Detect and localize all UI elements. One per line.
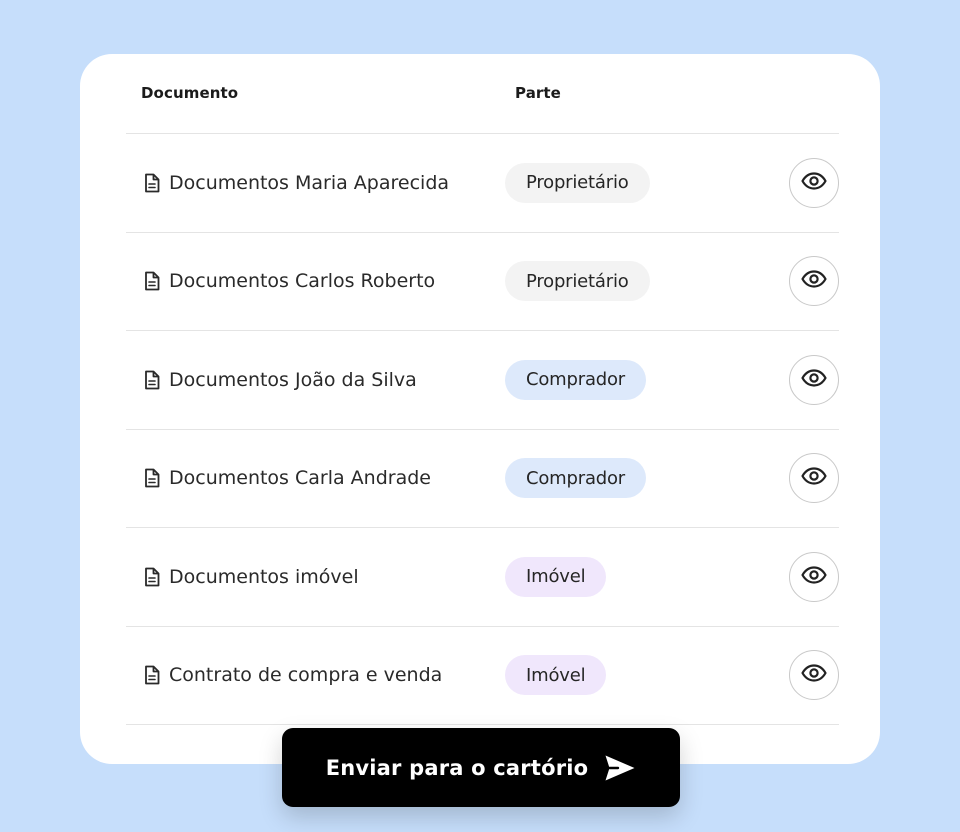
document-name: Documentos imóvel xyxy=(169,565,359,588)
document-cell: Documentos imóvel xyxy=(143,528,359,626)
documents-card: Documento Parte Documentos Maria Apareci… xyxy=(80,54,880,764)
eye-icon xyxy=(801,369,827,391)
document-icon xyxy=(143,370,161,390)
eye-icon xyxy=(801,566,827,588)
document-cell: Documentos Carlos Roberto xyxy=(143,233,435,331)
document-cell: Contrato de compra e venda xyxy=(143,627,442,725)
table-row: Documentos Carlos Roberto Proprietário xyxy=(126,233,839,331)
document-cell: Documentos Maria Aparecida xyxy=(143,134,449,232)
table-row: Documentos imóvel Imóvel xyxy=(126,528,839,627)
send-button-label: Enviar para o cartório xyxy=(325,755,589,780)
view-document-button[interactable] xyxy=(789,650,839,701)
eye-icon xyxy=(801,664,827,686)
send-to-registry-button[interactable]: Enviar para o cartório xyxy=(282,728,680,807)
document-icon xyxy=(143,271,161,291)
party-badge: Imóvel xyxy=(505,556,607,597)
table-row: Documentos Carla Andrade Comprador xyxy=(126,430,839,528)
eye-icon xyxy=(801,270,827,292)
eye-icon xyxy=(801,172,827,194)
party-badge: Proprietário xyxy=(505,162,650,203)
view-document-button[interactable] xyxy=(789,256,839,307)
document-icon xyxy=(143,567,161,587)
view-document-button[interactable] xyxy=(789,551,839,602)
table-row: Documentos João da Silva Comprador xyxy=(126,331,839,430)
documents-table: Documento Parte Documentos Maria Apareci… xyxy=(126,54,839,725)
document-name: Documentos João da Silva xyxy=(169,368,417,391)
party-badge: Imóvel xyxy=(505,655,607,696)
view-document-button[interactable] xyxy=(789,453,839,504)
document-name: Documentos Carlos Roberto xyxy=(169,270,436,293)
table-row: Contrato de compra e venda Imóvel xyxy=(126,627,839,725)
party-badge: Proprietário xyxy=(505,261,650,302)
send-icon xyxy=(604,754,636,782)
view-document-button[interactable] xyxy=(789,354,839,405)
party-badge: Comprador xyxy=(505,458,647,499)
document-cell: Documentos João da Silva xyxy=(143,331,417,429)
view-document-button[interactable] xyxy=(789,157,839,208)
document-icon xyxy=(143,173,161,193)
eye-icon xyxy=(801,467,827,489)
column-header-document: Documento xyxy=(141,84,239,102)
document-cell: Documentos Carla Andrade xyxy=(143,430,431,528)
party-badge: Comprador xyxy=(505,359,647,400)
column-header-party: Parte xyxy=(515,84,561,102)
document-name: Documentos Carla Andrade xyxy=(169,467,431,490)
document-name: Contrato de compra e venda xyxy=(169,664,443,687)
document-icon xyxy=(143,665,161,685)
document-icon xyxy=(143,468,161,488)
table-row: Documentos Maria Aparecida Proprietário xyxy=(126,134,839,233)
document-name: Documentos Maria Aparecida xyxy=(169,171,450,194)
table-header: Documento Parte xyxy=(126,54,839,134)
